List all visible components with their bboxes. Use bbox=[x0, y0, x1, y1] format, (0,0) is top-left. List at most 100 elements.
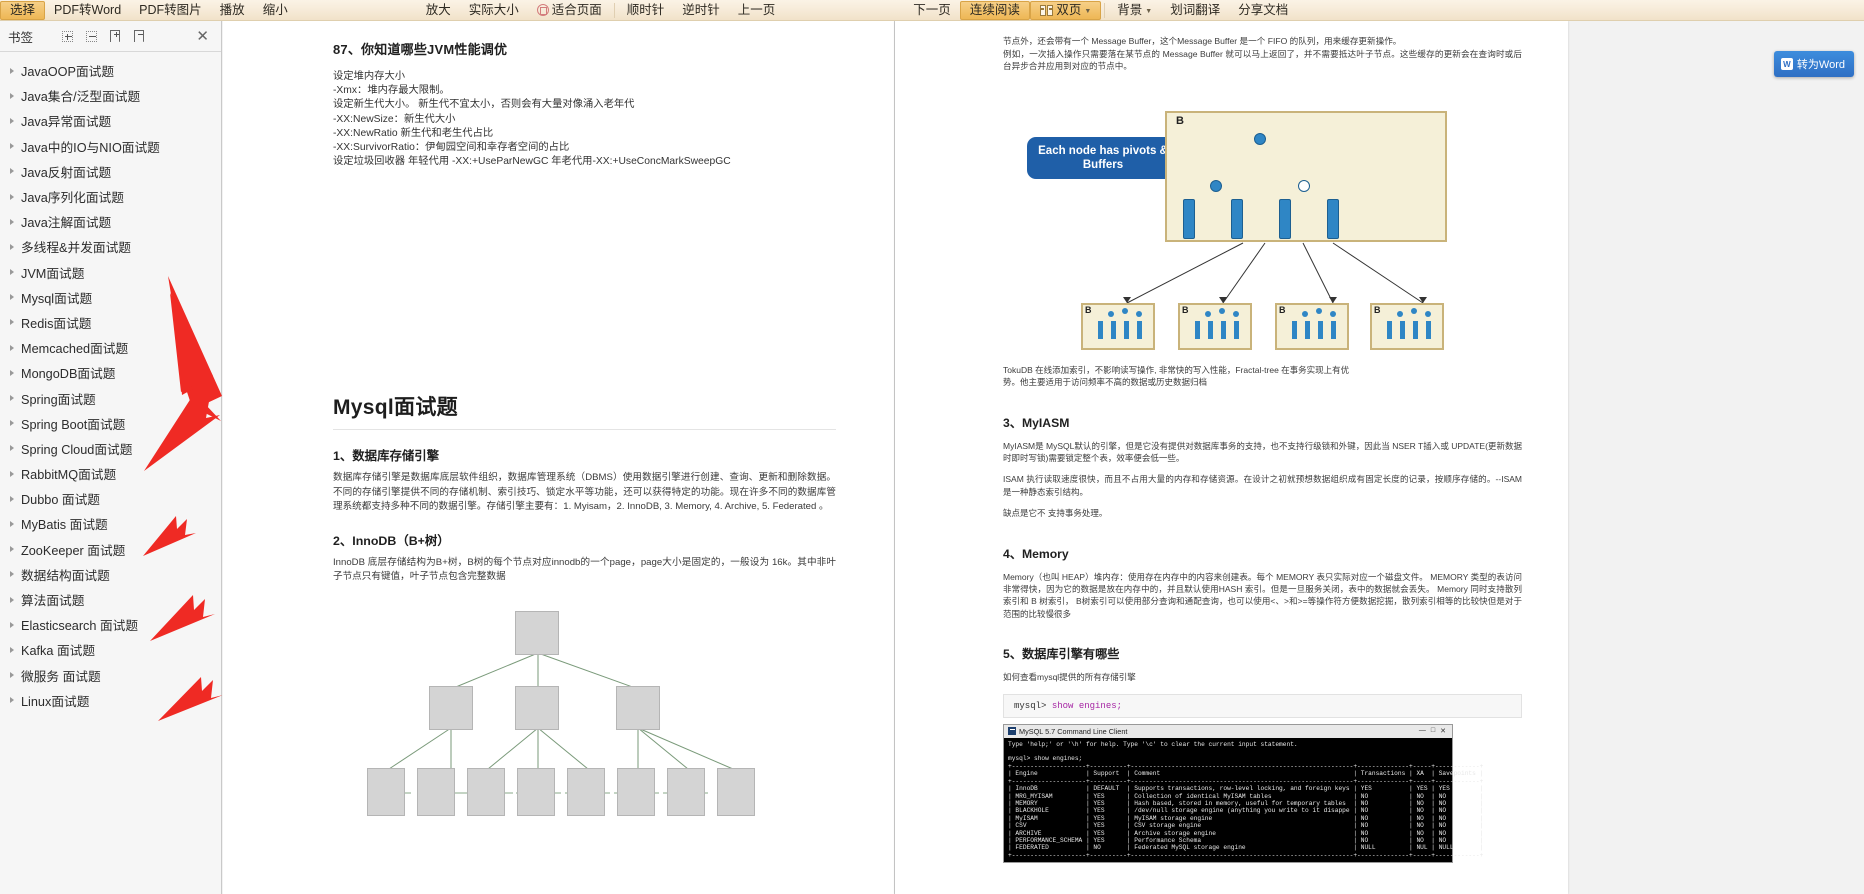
collapse-all-button[interactable] bbox=[79, 25, 103, 47]
bookmark-item[interactable]: Spring Boot面试题 bbox=[0, 411, 221, 436]
toolbar-button-actual-size[interactable]: 实际大小 bbox=[460, 0, 528, 20]
toolbar-label-actual-size: 实际大小 bbox=[468, 2, 519, 17]
toolbar-button-pdf-to-word[interactable]: PDF转Word bbox=[45, 0, 130, 20]
chevron-right-icon[interactable] bbox=[10, 420, 14, 427]
chevron-right-icon[interactable] bbox=[10, 520, 14, 527]
word-icon: W bbox=[1780, 58, 1793, 70]
toolbar-button-play[interactable]: 播放 bbox=[211, 0, 254, 20]
chevron-right-icon[interactable] bbox=[10, 193, 14, 200]
toolbar-button-select[interactable]: 选择 bbox=[0, 0, 46, 20]
chevron-right-icon[interactable] bbox=[10, 697, 14, 704]
bookmark-item[interactable]: 数据结构面试题 bbox=[0, 562, 221, 587]
chevron-right-icon[interactable] bbox=[10, 218, 14, 225]
bookmark-item[interactable]: Spring Cloud面试题 bbox=[0, 436, 221, 461]
bookmarks-list[interactable]: JavaOOP面试题 Java集合/泛型面试题 Java异常面试题 Java中的IO与… bbox=[0, 52, 221, 894]
btree-leaf-5 bbox=[567, 767, 605, 816]
bookmark-item[interactable]: RabbitMQ面试题 bbox=[0, 461, 221, 486]
toolbar-label-fit-page: 适合页面 bbox=[551, 2, 602, 17]
chevron-right-icon[interactable] bbox=[10, 621, 14, 628]
toolbar-divider-2 bbox=[1104, 2, 1106, 18]
chevron-down-icon-background[interactable]: ▼ bbox=[1145, 8, 1152, 15]
toolbar-button-share-document[interactable]: 分享文档 bbox=[1229, 0, 1297, 20]
toolbar-button-fit-page[interactable]: 适合页面 bbox=[528, 0, 611, 20]
bookmark-item[interactable]: Java注解面试题 bbox=[0, 209, 221, 234]
document-page-right: 节点外，还会带有一个 Message Buffer，这个Message Buff… bbox=[895, 21, 1568, 894]
toolbar-button-background[interactable]: 背景 ▼ bbox=[1108, 0, 1161, 20]
toolbar-label-pdf-to-image: PDF转图片 bbox=[139, 2, 202, 17]
left-page-title: Mysql面试题 bbox=[333, 396, 458, 420]
section1-paragraph: 数据库存储引擎是数据库底层软件组织，数据库管理系统（DBMS）使用数据引擎进行创… bbox=[333, 472, 836, 513]
chevron-right-icon[interactable] bbox=[10, 168, 14, 175]
bookmark-item-label: JVM面试题 bbox=[21, 266, 85, 281]
toolbar-button-word-translate[interactable]: 划词翻译 bbox=[1161, 0, 1229, 20]
bookmarks-header: 书签 ✕ bbox=[0, 21, 221, 52]
bookmark-item[interactable]: Spring面试题 bbox=[0, 385, 221, 410]
bookmark-item[interactable]: Java异常面试题 bbox=[0, 108, 221, 133]
bookmark-item[interactable]: Linux面试题 bbox=[0, 688, 221, 713]
chevron-down-icon-dual-page[interactable]: ▼ bbox=[1084, 8, 1091, 15]
chevron-right-icon[interactable] bbox=[10, 344, 14, 351]
chevron-right-icon[interactable] bbox=[10, 369, 14, 376]
terminal-window-controls: — □ ✕ bbox=[1419, 727, 1448, 735]
section3-paragraph-3: 缺点是它不 支持事务处理。 bbox=[1003, 508, 1108, 519]
close-sidebar-button[interactable]: ✕ bbox=[192, 27, 213, 45]
bookmark-item[interactable]: MongoDB面试题 bbox=[0, 360, 221, 385]
bookmark-item[interactable]: Java中的IO与NIO面试题 bbox=[0, 134, 221, 159]
toolbar-button-continuous-reading[interactable]: 连续阅读 bbox=[959, 0, 1030, 20]
bookmark-item[interactable]: 多线程&并发面试题 bbox=[0, 234, 221, 259]
toolbar-button-rotate-ccw[interactable]: 逆时针 bbox=[673, 0, 729, 20]
bookmark-item[interactable]: Memcached面试题 bbox=[0, 335, 221, 360]
bookmark-item[interactable]: Java序列化面试题 bbox=[0, 184, 221, 209]
add-bookmark-button[interactable] bbox=[103, 25, 127, 47]
title-divider bbox=[333, 429, 836, 431]
bookmark-item[interactable]: 微服务 面试题 bbox=[0, 663, 221, 688]
toolbar-label-rotate-ccw: 逆时针 bbox=[682, 2, 720, 17]
chevron-right-icon[interactable] bbox=[10, 571, 14, 578]
chevron-right-icon[interactable] bbox=[10, 269, 14, 276]
collapse-all-icon bbox=[85, 30, 97, 42]
convert-to-word-floating-button[interactable]: W 转为Word bbox=[1773, 51, 1854, 77]
bookmark-item[interactable]: JavaOOP面试题 bbox=[0, 58, 221, 83]
chevron-right-icon[interactable] bbox=[10, 243, 14, 250]
chevron-right-icon[interactable] bbox=[10, 92, 14, 99]
bookmark-item[interactable]: JVM面试题 bbox=[0, 260, 221, 285]
remove-bookmark-button[interactable] bbox=[127, 25, 151, 47]
bookmark-item[interactable]: 算法面试题 bbox=[0, 587, 221, 612]
chevron-right-icon[interactable] bbox=[10, 470, 14, 477]
bookmark-item[interactable]: Elasticsearch 面试题 bbox=[0, 612, 221, 637]
code-line-5: -XX:SurvivorRatio：伊甸园空间和幸存者空间的占比 bbox=[333, 142, 570, 154]
toolbar-button-pdf-to-image[interactable]: PDF转图片 bbox=[130, 0, 211, 20]
chevron-right-icon[interactable] bbox=[10, 646, 14, 653]
chevron-right-icon[interactable] bbox=[10, 67, 14, 74]
bookmark-item[interactable]: Java反射面试题 bbox=[0, 159, 221, 184]
expand-all-button[interactable] bbox=[55, 25, 79, 47]
toolbar-button-next-page[interactable]: 下一页 bbox=[904, 0, 960, 20]
chevron-right-icon[interactable] bbox=[10, 495, 14, 502]
toolbar-button-zoom-in[interactable]: 放大 bbox=[417, 0, 460, 20]
toolbar-button-zoom-out[interactable]: 缩小 bbox=[254, 0, 297, 20]
bookmark-item[interactable]: MyBatis 面试题 bbox=[0, 511, 221, 536]
chevron-right-icon[interactable] bbox=[10, 143, 14, 150]
document-viewport[interactable]: 87、你知道哪些JVM性能调优 设定堆内存大小 -Xmx：堆内存最大限制。 设定… bbox=[223, 21, 1864, 894]
chevron-right-icon[interactable] bbox=[10, 672, 14, 679]
bookmark-item[interactable]: Mysql面试题 bbox=[0, 285, 221, 310]
chevron-right-icon[interactable] bbox=[10, 319, 14, 326]
bookmark-item-label: MyBatis 面试题 bbox=[21, 518, 108, 533]
code-line-0: 设定堆内存大小 bbox=[333, 71, 406, 82]
bookmark-item[interactable]: Kafka 面试题 bbox=[0, 637, 221, 662]
chevron-right-icon[interactable] bbox=[10, 117, 14, 124]
chevron-right-icon[interactable] bbox=[10, 445, 14, 452]
bookmark-item[interactable]: ZooKeeper 面试题 bbox=[0, 537, 221, 562]
bookmark-item[interactable]: Dubbo 面试题 bbox=[0, 486, 221, 511]
chevron-right-icon[interactable] bbox=[10, 294, 14, 301]
toolbar-button-dual-page[interactable]: 双页 ▼ bbox=[1029, 0, 1102, 20]
bookmark-item[interactable]: Java集合/泛型面试题 bbox=[0, 83, 221, 108]
bookmark-item[interactable]: Redis面试题 bbox=[0, 310, 221, 335]
chevron-right-icon[interactable] bbox=[10, 546, 14, 553]
code-line-3: -XX:NewSize：新生代大小 bbox=[333, 113, 456, 125]
btree-leaf-1 bbox=[367, 767, 405, 816]
chevron-right-icon[interactable] bbox=[10, 596, 14, 603]
toolbar-button-previous-page[interactable]: 上一页 bbox=[729, 0, 785, 20]
chevron-right-icon[interactable] bbox=[10, 395, 14, 402]
toolbar-button-rotate-cw[interactable]: 顺时针 bbox=[618, 0, 674, 20]
